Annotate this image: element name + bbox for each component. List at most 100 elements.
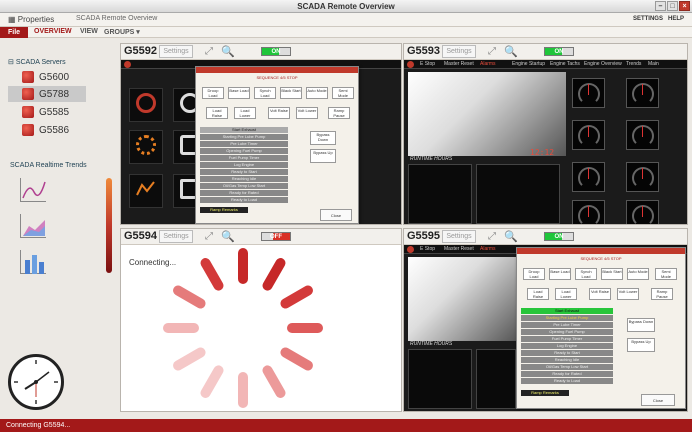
panel-g5593: G5593 Settings ⤢ 🔍 ON E Stop Master Rese… [403,43,688,225]
synch-load-button[interactable]: Synch Load [254,87,276,99]
runtime-gauges [408,164,472,224]
black-start-button[interactable]: Black Start [601,268,623,280]
level-gauge [106,178,112,273]
search-icon[interactable]: 🔍 [504,45,518,58]
ramp-pause-button[interactable]: Ramp Pause [651,288,673,300]
panel-body: SEQUENCE 4/5 STOP Droop Load Base Load S… [121,60,401,224]
toolbar-engine-tachs[interactable]: Engine Tachs [550,61,580,67]
overview-menu[interactable]: OVERVIEW [34,28,72,35]
groups-menu[interactable]: GROUPS ▾ [104,28,140,36]
expand-icon[interactable]: ⤢ [205,46,213,57]
sidebar: ⊟ SCADA Servers G5600 G5788 G5585 G5586 … [0,38,119,419]
properties-menu[interactable]: ▦ Properties [8,15,54,24]
estop-icon[interactable] [407,246,414,253]
server-item-g5788[interactable]: G5788 [8,86,86,102]
base-load-button[interactable]: Base Load [549,268,571,280]
settings-tab[interactable]: Settings [442,45,476,58]
search-icon[interactable]: 🔍 [504,230,518,243]
toolbar-engine-startup[interactable]: Engine Startup [512,61,545,67]
auto-mode-button[interactable]: Auto Mode [627,268,649,280]
step-0: Start Exhaust [200,127,288,133]
load-lower-button[interactable]: Load Lower [234,107,256,119]
volt-lower-button[interactable]: Volt Lower [617,288,639,300]
tile-trends[interactable] [129,174,163,208]
droop-load-button[interactable]: Droop Load [202,87,224,99]
bypass-down-button[interactable]: Bypass Down [627,318,655,332]
trend-line-icon[interactable] [20,178,46,202]
estop-icon[interactable] [407,61,414,68]
tile-generator[interactable] [129,88,163,122]
trend-area-icon[interactable] [20,214,46,238]
menubar: File OVERVIEW VIEW GROUPS ▾ [0,27,692,38]
close-button[interactable]: × [679,1,690,11]
expand-icon[interactable]: ⤢ [488,231,496,242]
bypass-down-button[interactable]: Bypass Down [310,131,336,145]
toolbar-master-reset[interactable]: Master Reset [444,246,474,252]
black-start-button[interactable]: Black Start [280,87,302,99]
help-link[interactable]: HELP [668,16,684,22]
runtime-table [476,349,516,409]
estop-icon[interactable] [124,61,131,68]
volt-raise-button[interactable]: Volt Raise [589,288,611,300]
server-label: G5586 [39,124,70,136]
load-raise-button[interactable]: Load Raise [527,288,549,300]
server-item-g5586[interactable]: G5586 [22,122,100,138]
expand-icon[interactable]: ⤢ [205,231,213,242]
droop-load-button[interactable]: Droop Load [523,268,545,280]
gauge-2 [626,78,659,108]
power-toggle[interactable]: ON [544,232,574,241]
app-title: SCADA Remote Overview [76,15,158,22]
toolbar-main[interactable]: Main [648,61,659,67]
groups-label: GROUPS [104,29,135,36]
volt-raise-button[interactable]: Volt Raise [268,107,290,119]
file-menu[interactable]: File [0,27,28,38]
dialog-subtitle: SEQUENCE 4/5 STOP [580,256,622,261]
view-menu[interactable]: VIEW [80,28,98,35]
base-load-button[interactable]: Base Load [228,87,250,99]
gears-icon [136,135,156,155]
dialog-close-button[interactable]: Close [320,209,352,221]
volt-lower-button[interactable]: Volt Lower [296,107,318,119]
toolbar-alarms[interactable]: Alarms [480,61,496,67]
semi-mode-button[interactable]: Semi Mode [655,268,677,280]
trend-bar-icon[interactable] [20,250,46,274]
toolbar-engine-overview[interactable]: Engine Overview [584,61,622,67]
synch-load-button[interactable]: Synch Load [575,268,597,280]
maximize-button[interactable]: □ [667,1,678,11]
servers-title: ⊟ SCADA Servers [8,59,66,66]
power-toggle[interactable]: ON [544,47,574,56]
bypass-up-button[interactable]: Bypass Up [310,149,336,163]
trends-title: SCADA Realtime Trends [10,162,87,169]
search-icon[interactable]: 🔍 [221,45,235,58]
settings-link[interactable]: SETTINGS [633,16,663,22]
server-item-g5600[interactable]: G5600 [22,69,100,85]
minimize-button[interactable]: – [655,1,666,11]
bypass-up-button[interactable]: Bypass Up [627,338,655,352]
ramp-pause-button[interactable]: Ramp Pause [328,107,350,119]
load-raise-button[interactable]: Load Raise [206,107,228,119]
expand-icon[interactable]: ⤢ [488,46,496,57]
toolbar-alarms[interactable]: Alarms [480,246,496,252]
toolbar-estop[interactable]: E Stop [420,61,435,67]
power-toggle[interactable]: ON [261,47,291,56]
toolbar-trends[interactable]: Trends [626,61,641,67]
semi-mode-button[interactable]: Semi Mode [332,87,354,99]
settings-tab[interactable]: Settings [159,45,193,58]
load-lower-button[interactable]: Load Lower [555,288,577,300]
panel-body: E Stop Master Reset Alarms RUNTIME HOURS… [404,245,687,411]
toolbar-estop[interactable]: E Stop [420,246,435,252]
tile-gears[interactable] [129,130,163,164]
ramp-remarks: Ramp Remarks [200,207,248,213]
dialog-close-button[interactable]: Close [641,394,675,406]
step-8: Oil/Gas Temp Low Start [200,183,288,189]
auto-mode-button[interactable]: Auto Mode [306,87,328,99]
server-item-g5585[interactable]: G5585 [22,104,100,120]
panel-header: G5593 Settings ⤢ 🔍 ON [404,44,687,60]
toolbar-master-reset[interactable]: Master Reset [444,61,474,67]
panel-header: G5594 Settings ⤢ 🔍 OFF [121,229,401,245]
step-7: Reaching Idle [521,357,613,363]
search-icon[interactable]: 🔍 [221,230,235,243]
settings-tab[interactable]: Settings [159,230,193,243]
settings-tab[interactable]: Settings [442,230,476,243]
power-toggle[interactable]: OFF [261,232,291,241]
